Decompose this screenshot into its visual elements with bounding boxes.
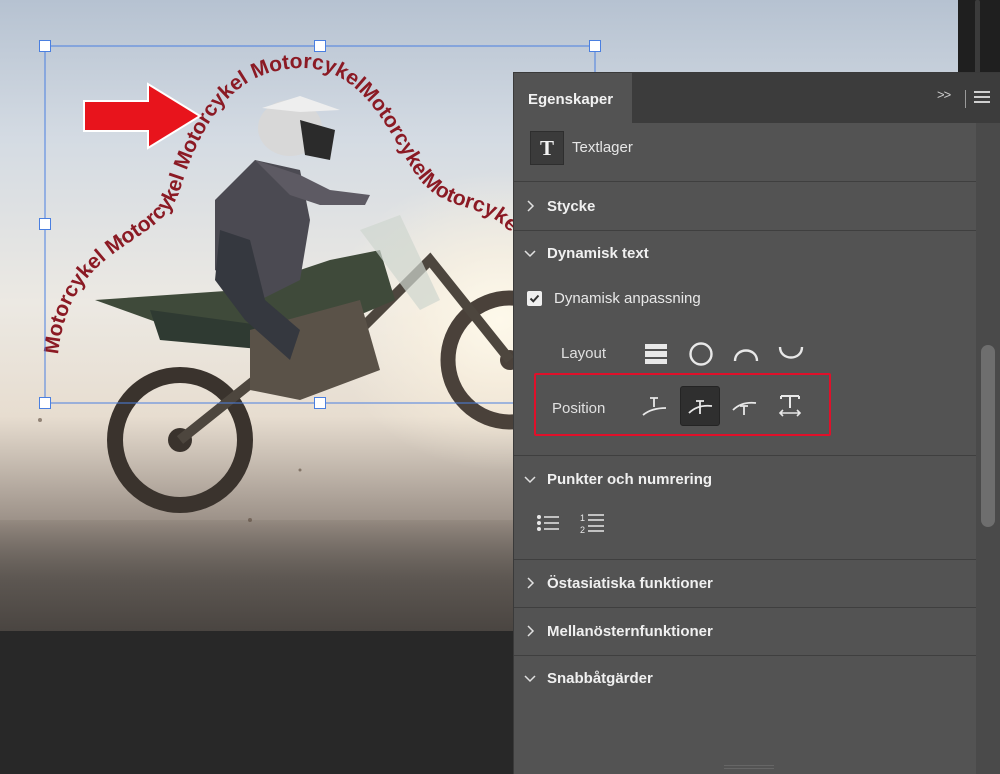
section-title: Stycke xyxy=(547,198,596,215)
layout-arch-icon[interactable] xyxy=(726,334,766,374)
divider xyxy=(514,559,976,560)
tab-properties[interactable]: Egenskaper xyxy=(514,73,632,123)
chevron-down-icon xyxy=(524,476,536,484)
chevron-right-icon xyxy=(527,577,535,589)
section-dynamic-text[interactable]: Dynamisk text xyxy=(514,234,976,274)
section-east-asian[interactable]: Östasiatiska funktioner xyxy=(514,564,976,604)
text-fit-width-icon[interactable] xyxy=(770,386,810,426)
hamburger-menu-icon[interactable] xyxy=(974,91,990,105)
header-separator xyxy=(965,90,966,108)
checkmark-icon xyxy=(529,294,540,303)
chevron-right-icon xyxy=(527,200,535,212)
section-title: Snabbåtgärder xyxy=(547,670,653,687)
section-bullets-numbering[interactable]: Punkter och numrering xyxy=(514,460,976,500)
section-quick-actions[interactable]: Snabbåtgärder xyxy=(514,659,976,699)
text-layer-icon: T xyxy=(530,131,564,165)
svg-text:2: 2 xyxy=(580,525,585,535)
layer-type-label: Textlager xyxy=(572,139,633,156)
section-middle-east[interactable]: Mellanösternfunktioner xyxy=(514,612,976,652)
position-label: Position xyxy=(552,400,606,417)
vertical-scrollbar-thumb[interactable] xyxy=(975,0,980,80)
layout-cup-icon[interactable] xyxy=(771,334,811,374)
panel-resize-grip[interactable] xyxy=(724,765,774,769)
workspace-background xyxy=(0,631,513,774)
section-paragraph[interactable]: Stycke xyxy=(514,187,976,227)
properties-panel: Egenskaper >> T Textlager Stycke Dynamis… xyxy=(513,72,1000,774)
section-title: Östasiatiska funktioner xyxy=(547,575,713,592)
dynamic-fit-checkbox[interactable] xyxy=(527,291,542,306)
divider xyxy=(514,607,976,608)
section-title: Punkter och numrering xyxy=(547,471,713,488)
section-title: Mellanösternfunktioner xyxy=(547,623,713,640)
text-on-path-below-icon[interactable] xyxy=(725,386,765,426)
numbered-list-icon[interactable]: 12 xyxy=(573,503,613,543)
divider xyxy=(514,455,976,456)
panel-header: Egenskaper >> xyxy=(514,73,1000,123)
text-on-path-above-icon[interactable] xyxy=(635,386,675,426)
chevron-right-icon xyxy=(527,625,535,637)
panel-scrollbar-thumb[interactable] xyxy=(981,345,995,527)
layout-circle-icon[interactable] xyxy=(681,334,721,374)
chevron-down-icon xyxy=(524,250,536,258)
dynamic-fit-label: Dynamisk anpassning xyxy=(554,290,701,307)
svg-text:1: 1 xyxy=(580,513,585,523)
chevron-down-icon xyxy=(524,675,536,683)
bulleted-list-icon[interactable] xyxy=(528,503,568,543)
layout-label: Layout xyxy=(561,345,607,362)
text-on-path-centered-icon[interactable] xyxy=(680,386,720,426)
double-chevron-right-icon[interactable]: >> xyxy=(937,87,951,102)
section-title: Dynamisk text xyxy=(547,245,649,262)
divider xyxy=(514,181,976,182)
divider xyxy=(514,230,976,231)
layout-rows-icon[interactable] xyxy=(636,334,676,374)
divider xyxy=(514,655,976,656)
